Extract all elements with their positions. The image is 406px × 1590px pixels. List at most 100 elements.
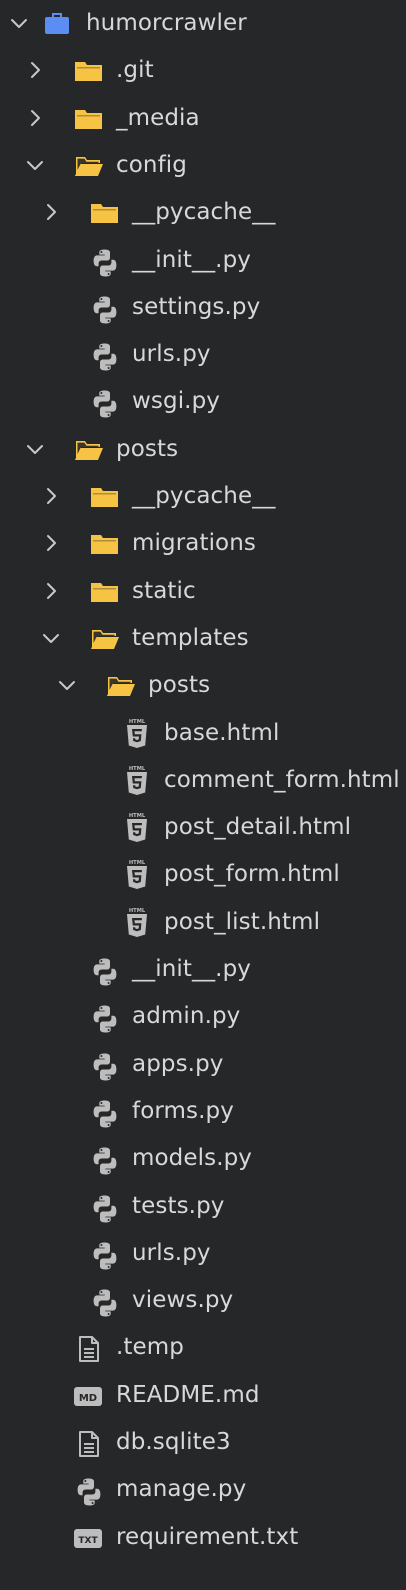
svg-text:HTML: HTML <box>129 766 146 772</box>
svg-text:HTML: HTML <box>129 813 146 819</box>
chevron-down-icon[interactable] <box>24 154 46 176</box>
tree-item-label: settings.py <box>132 293 261 320</box>
tree-item-label: static <box>132 577 196 604</box>
tree-file-base-html[interactable]: HTML base.html <box>0 710 406 757</box>
tree-file-db-sqlite3[interactable]: db.sqlite3 <box>0 1419 406 1466</box>
tree-item-label: comment_form.html <box>164 766 400 793</box>
tree-file-forms-py[interactable]: forms.py <box>0 1088 406 1135</box>
tree-file-admin-py[interactable]: admin.py <box>0 993 406 1040</box>
tree-folder-static[interactable]: static <box>0 568 406 615</box>
txt-file-icon: TXT <box>74 1528 102 1548</box>
svg-text:MD: MD <box>79 1393 97 1404</box>
tree-file-comment-form-html[interactable]: HTML comment_form.html <box>0 757 406 804</box>
svg-text:HTML: HTML <box>129 908 146 914</box>
markdown-icon: MD <box>74 1386 102 1406</box>
tree-folder-migrations[interactable]: migrations <box>0 520 406 567</box>
svg-text:HTML: HTML <box>129 719 146 725</box>
tree-file-models-py[interactable]: models.py <box>0 1135 406 1182</box>
tree-file-post-detail-html[interactable]: HTML post_detail.html <box>0 804 406 851</box>
tree-file-manage-py[interactable]: manage.py <box>0 1466 406 1513</box>
html5-icon: HTML <box>127 813 147 843</box>
tree-file-post-form-html[interactable]: HTML post_form.html <box>0 851 406 898</box>
tree-file-temp[interactable]: .temp <box>0 1324 406 1371</box>
folder-open-icon <box>75 156 103 176</box>
python-icon <box>93 1289 117 1317</box>
chevron-right-icon[interactable] <box>40 580 62 602</box>
tree-item-label: __pycache__ <box>132 199 276 226</box>
folder-icon <box>91 488 118 507</box>
tree-item-label: templates <box>132 624 249 651</box>
tree-item-label: README.md <box>116 1381 260 1408</box>
tree-file-apps-py[interactable]: apps.py <box>0 1041 406 1088</box>
tree-file-views-py[interactable]: views.py <box>0 1277 406 1324</box>
tree-file-wsgi-py[interactable]: wsgi.py <box>0 378 406 425</box>
tree-file-urls-py[interactable]: urls.py <box>0 331 406 378</box>
tree-item-label: requirement.txt <box>116 1523 299 1550</box>
tree-folder-templates[interactable]: templates <box>0 615 406 662</box>
chevron-right-icon[interactable] <box>24 107 46 129</box>
tree-file-init-py[interactable]: __init__.py <box>0 946 406 993</box>
chevron-right-icon[interactable] <box>40 532 62 554</box>
tree-item-label: post_detail.html <box>164 814 352 841</box>
tree-file-post-list-html[interactable]: HTML post_list.html <box>0 899 406 946</box>
chevron-down-icon[interactable] <box>8 12 30 34</box>
tree-item-label: __pycache__ <box>132 483 276 509</box>
tree-file-tests-py[interactable]: tests.py <box>0 1183 406 1230</box>
tree-item-label: .git <box>116 57 154 84</box>
tree-item-label: post_form.html <box>164 861 340 888</box>
folder-icon <box>91 535 118 555</box>
tree-folder-pycache[interactable]: __pycache__ <box>0 189 406 236</box>
folder-open-icon <box>107 677 135 697</box>
project-folder-icon <box>45 13 69 34</box>
python-icon <box>93 390 117 418</box>
folder-icon <box>91 204 118 224</box>
chevron-right-icon[interactable] <box>24 59 46 81</box>
tree-item-label: __init__.py <box>132 246 251 273</box>
tree-item-label: models.py <box>132 1145 253 1172</box>
document-icon <box>79 1336 99 1363</box>
python-icon <box>93 1005 117 1033</box>
tree-item-label: post_list.html <box>164 908 321 935</box>
svg-text:HTML: HTML <box>129 860 146 866</box>
tree-folder-posts[interactable]: posts <box>0 426 406 473</box>
svg-text:TXT: TXT <box>78 1536 98 1546</box>
folder-open-icon <box>75 440 103 460</box>
tree-folder-git[interactable]: .git <box>0 47 406 94</box>
tree-folder-posts[interactable]: posts <box>0 662 406 709</box>
python-icon <box>77 1478 101 1506</box>
python-icon <box>93 958 117 986</box>
tree-item-label: migrations <box>132 530 256 557</box>
tree-file-init-py[interactable]: __init__.py <box>0 237 406 284</box>
tree-item-label: views.py <box>132 1287 234 1314</box>
html5-icon: HTML <box>127 719 147 748</box>
tree-folder-media[interactable]: _media <box>0 95 406 142</box>
tree-item-label: db.sqlite3 <box>116 1429 231 1455</box>
tree-file-readme-md[interactable]: MD README.md <box>0 1372 406 1419</box>
tree-item-label: manage.py <box>116 1476 247 1503</box>
tree-item-label: posts <box>148 672 211 699</box>
chevron-down-icon[interactable] <box>40 627 62 649</box>
tree-item-label: config <box>116 151 187 178</box>
html5-icon: HTML <box>127 766 147 795</box>
tree-item-label: __init__.py <box>132 956 251 982</box>
tree-file-settings-py[interactable]: settings.py <box>0 284 406 331</box>
file-explorer-tree: humorcrawler .git _mediaconfig __pycache__ _… <box>0 0 406 1590</box>
tree-file-urls-py[interactable]: urls.py <box>0 1230 406 1277</box>
document-icon <box>79 1431 99 1457</box>
tree-item-label: posts <box>116 435 179 462</box>
python-icon <box>93 1100 117 1128</box>
tree-folder-pycache[interactable]: __pycache__ <box>0 473 406 520</box>
chevron-right-icon[interactable] <box>40 201 62 223</box>
tree-item-label: _media <box>116 104 200 131</box>
chevron-down-icon[interactable] <box>24 438 46 460</box>
tree-folder-humorcrawler[interactable]: humorcrawler <box>0 0 406 47</box>
tree-file-requirement-txt[interactable]: TXT requirement.txt <box>0 1514 406 1561</box>
folder-open-icon <box>91 629 119 649</box>
tree-folder-config[interactable]: config <box>0 142 406 189</box>
python-icon <box>93 1195 117 1222</box>
chevron-down-icon[interactable] <box>56 674 78 696</box>
python-icon <box>93 296 117 324</box>
folder-icon <box>75 62 102 82</box>
chevron-right-icon[interactable] <box>40 485 62 507</box>
html5-icon: HTML <box>127 908 147 937</box>
